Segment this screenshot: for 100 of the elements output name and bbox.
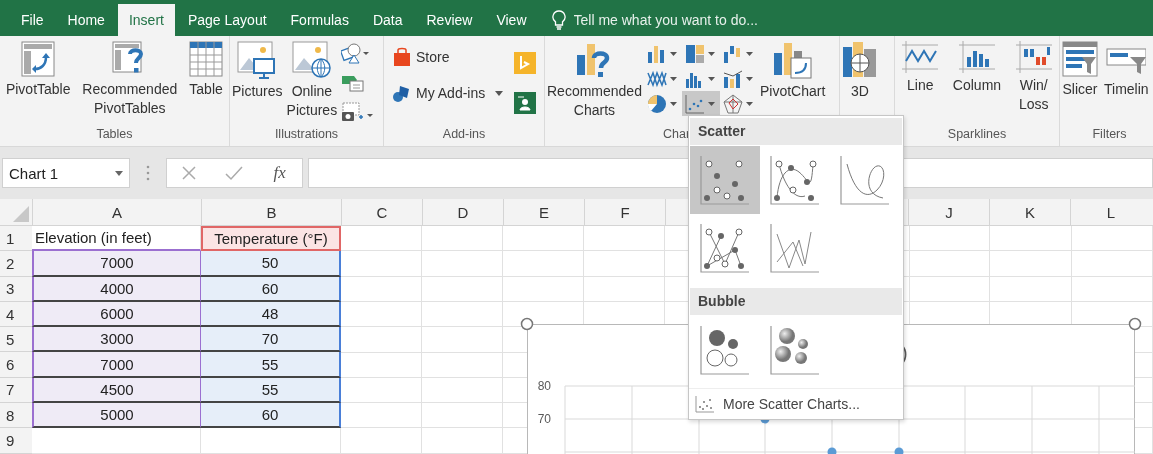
scatter-smooth-lines-markers-icon — [769, 154, 821, 206]
resize-handle[interactable] — [520, 317, 534, 331]
ribbon-tab[interactable]: File — [10, 4, 55, 36]
insert-function-button[interactable]: fx — [271, 163, 288, 183]
table-cell[interactable]: 60 — [201, 276, 341, 302]
menu-section-header: Scatter — [690, 118, 902, 145]
column-header[interactable]: J — [908, 199, 989, 225]
column-header[interactable]: D — [422, 199, 503, 225]
people-graph-button[interactable] — [512, 90, 538, 116]
caret-icon — [745, 101, 753, 106]
ribbon-tab[interactable]: Data — [361, 4, 414, 36]
scatter-dots-icon — [695, 395, 715, 413]
chart-type-option[interactable] — [690, 146, 760, 214]
tell-me-search-field[interactable]: Tell me what you want to do... — [571, 11, 806, 29]
bing-logo-icon — [514, 52, 536, 74]
resize-handle[interactable] — [1128, 317, 1142, 331]
table-button[interactable]: Table — [187, 39, 226, 101]
table-cell[interactable]: 4000 — [32, 276, 201, 302]
recommended-pivot-tables-button[interactable]: Recommended PivotTables — [80, 39, 180, 120]
table-cell[interactable]: 7000 — [32, 251, 201, 277]
row-header[interactable]: 2 — [0, 251, 32, 277]
column-header[interactable]: B — [201, 199, 341, 225]
table-cell[interactable]: 50 — [201, 251, 341, 277]
bubble-chart-icon — [699, 324, 751, 376]
pie-chart-icon — [646, 93, 667, 114]
table-cell[interactable]: Temperature (°F) — [201, 226, 341, 252]
table-cell[interactable]: 4500 — [32, 377, 201, 404]
table-cell[interactable]: 55 — [201, 377, 341, 404]
table-cell[interactable]: 5000 — [32, 403, 201, 429]
column-header[interactable]: C — [341, 199, 422, 225]
scatter-straight-lines-icon — [769, 222, 821, 274]
scatter-markers-icon — [699, 154, 751, 206]
column-header[interactable]: A — [32, 199, 201, 225]
drag-handle-icon[interactable] — [146, 165, 150, 181]
sparkline-column-icon — [959, 41, 995, 73]
row-header[interactable]: 6 — [0, 352, 32, 378]
recommended-charts-button[interactable]: Recommended Charts — [545, 39, 644, 122]
radar-chart-icon — [722, 93, 743, 114]
caret-icon — [669, 101, 677, 106]
ribbon-tab[interactable]: View — [485, 4, 538, 36]
table-cell[interactable]: 6000 — [32, 301, 201, 328]
row-header[interactable]: 7 — [0, 377, 32, 404]
timeline-button[interactable]: Timelin — [1102, 39, 1151, 101]
slicer-button[interactable]: Slicer — [1060, 39, 1100, 101]
screenshot-icon — [341, 101, 374, 123]
row-header[interactable]: 8 — [0, 403, 32, 429]
group-label: Sparklines — [947, 126, 1007, 143]
table-cell[interactable]: 48 — [201, 301, 341, 328]
sparkline-win-loss-button[interactable]: Win/ Loss — [1013, 39, 1054, 116]
my-add-ins-button[interactable]: My Add-ins — [390, 82, 506, 104]
checkmark-icon[interactable] — [225, 165, 244, 181]
sparkline-line-button[interactable]: Line — [900, 39, 941, 97]
pivot-table-icon — [21, 41, 56, 77]
pivot-table-button[interactable]: PivotTable — [3, 39, 73, 101]
3d-map-button[interactable]: 3D — [840, 39, 880, 103]
scatter-straight-lines-markers-icon — [699, 222, 751, 274]
group-label: Filters — [1092, 126, 1127, 143]
corner-triangle-icon — [13, 206, 29, 222]
bubble-3d-chart-icon — [769, 324, 821, 376]
row-header[interactable]: 4 — [0, 301, 32, 328]
online-pictures-button[interactable]: Online Pictures — [284, 39, 340, 122]
slicer-icon — [1062, 41, 1098, 77]
picture-monitor-icon — [237, 41, 278, 79]
ribbon-tab[interactable]: Home — [56, 4, 116, 36]
caret-icon — [495, 90, 504, 96]
row-header[interactable]: 9 — [0, 428, 32, 454]
table-cell[interactable]: 55 — [201, 352, 341, 378]
column-header[interactable]: E — [503, 199, 584, 225]
scatter-chart-icon — [684, 93, 705, 114]
caret-icon — [745, 76, 753, 81]
cancel-icon[interactable] — [181, 165, 198, 181]
add-ins-icon — [392, 83, 412, 103]
ribbon-tab[interactable]: Formulas — [279, 4, 360, 36]
group-label: Illustrations — [274, 126, 339, 143]
sparkline-column-button[interactable]: Column — [950, 39, 1004, 97]
store-button[interactable]: Store — [390, 46, 506, 68]
table-cell[interactable]: 3000 — [32, 327, 201, 353]
row-header[interactable]: 5 — [0, 327, 32, 353]
pictures-button[interactable]: Pictures — [230, 39, 285, 103]
row-header[interactable]: 1 — [0, 226, 32, 252]
chart-type-button[interactable] — [681, 91, 720, 116]
column-header[interactable]: L — [1070, 199, 1151, 225]
row-header[interactable]: 3 — [0, 276, 32, 302]
table-cell[interactable]: 60 — [201, 403, 341, 429]
axis-tick-label: 80 — [537, 379, 551, 393]
caret-icon — [707, 51, 715, 56]
table-cell[interactable]: 7000 — [32, 352, 201, 378]
treemap-chart-icon — [684, 43, 705, 64]
pivot-chart-button[interactable]: PivotChart — [757, 39, 828, 103]
ribbon-tab[interactable]: Review — [415, 4, 484, 36]
table-cell[interactable]: 70 — [201, 327, 341, 353]
ribbon-tab[interactable]: Insert — [117, 4, 175, 36]
caret-icon — [669, 51, 677, 56]
column-header[interactable]: K — [989, 199, 1070, 225]
name-box[interactable]: Chart 1 — [2, 158, 130, 188]
more-scatter-charts-item[interactable]: More Scatter Charts... — [689, 388, 903, 419]
win-loss-icon — [1015, 41, 1052, 73]
ribbon-tab[interactable]: Page Layout — [176, 4, 278, 36]
caret-icon — [115, 170, 123, 176]
column-header[interactable]: F — [584, 199, 665, 225]
